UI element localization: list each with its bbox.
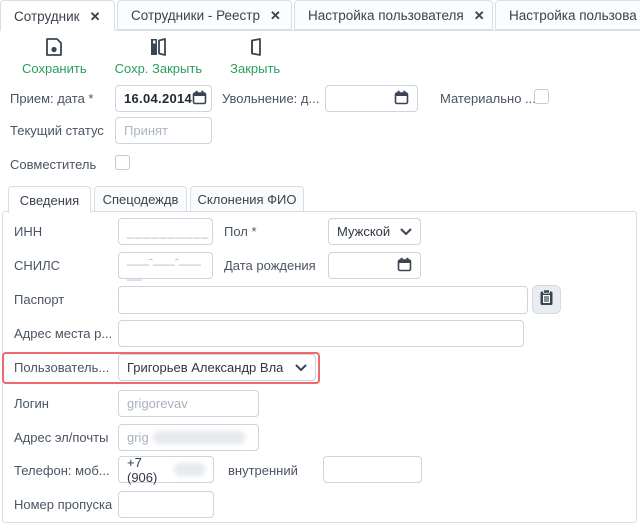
materially-responsible-checkbox[interactable] — [534, 89, 549, 104]
user-label: Пользователь... — [14, 360, 109, 375]
birthdate-label: Дата рождения — [224, 258, 316, 273]
calendar-icon[interactable] — [397, 257, 412, 275]
save-button-label: Сохранить — [22, 61, 87, 76]
close-button[interactable]: Закрыть — [230, 36, 280, 76]
birth-address-field[interactable] — [118, 320, 524, 347]
email-value-visible: grig — [127, 430, 149, 445]
part-time-label: Совместитель — [10, 157, 96, 172]
close-button-label: Закрыть — [230, 61, 280, 76]
login-field[interactable]: grigorevav — [118, 390, 259, 417]
toolbar: Сохранить Сохр. Закрыть Закрыть — [22, 36, 280, 76]
email-field[interactable]: grig — [118, 424, 259, 451]
tab-label: Сотрудники - Реестр — [131, 8, 260, 23]
tab-label: Сведения — [20, 193, 79, 208]
snils-mask: ___-___-___ __ — [127, 251, 204, 281]
inn-mask: __________ — [127, 224, 209, 239]
snils-field[interactable]: ___-___-___ __ — [118, 252, 213, 279]
tab-label: Спецодеждв — [103, 192, 179, 207]
internal-phone-label: внутренний — [228, 463, 298, 478]
birthdate-field[interactable] — [328, 252, 421, 279]
login-value: grigorevav — [127, 396, 188, 411]
tab-label: Сотрудник — [14, 9, 80, 24]
calendar-icon[interactable] — [192, 90, 207, 108]
pass-number-field[interactable] — [118, 491, 214, 518]
current-status-label: Текущий статус — [10, 123, 104, 138]
passport-field[interactable] — [118, 286, 528, 314]
door-close-icon — [244, 36, 266, 58]
employee-card-window: Сотрудник ✕ Сотрудники - Реестр ✕ Настро… — [0, 0, 640, 531]
close-icon[interactable]: ✕ — [270, 9, 281, 22]
document-tabstrip: Сотрудник ✕ Сотрудники - Реестр ✕ Настро… — [0, 0, 640, 31]
close-icon[interactable]: ✕ — [90, 10, 101, 23]
phone-value-visible: +7 (906) — [127, 455, 170, 485]
materially-responsible-label: Материально ... — [440, 91, 536, 106]
current-status-field[interactable] — [115, 117, 212, 144]
internal-phone-field[interactable] — [323, 456, 422, 483]
pass-number-label: Номер пропуска — [14, 497, 112, 512]
tab-workwear[interactable]: Спецодеждв — [94, 186, 187, 212]
tab-details[interactable]: Сведения — [8, 186, 91, 213]
part-time-checkbox[interactable] — [115, 155, 130, 170]
clipboard-icon — [538, 289, 555, 311]
gender-label: Пол * — [224, 224, 257, 239]
save-button[interactable]: Сохранить — [22, 36, 87, 76]
passport-label: Паспорт — [14, 292, 64, 307]
hire-date-value: 16.04.2014 — [124, 91, 192, 106]
tab-user-settings-2[interactable]: Настройка пользова — [495, 0, 640, 30]
dismissal-date-label: Увольнение: д... — [222, 91, 319, 106]
tab-label: Склонения ФИО — [197, 192, 296, 207]
tab-employees-registry[interactable]: Сотрудники - Реестр ✕ — [117, 0, 292, 30]
gender-value: Мужской — [337, 224, 390, 239]
tab-user-settings-1[interactable]: Настройка пользователя ✕ — [294, 0, 493, 30]
birth-address-label: Адрес места р... — [14, 326, 112, 341]
hire-date-field[interactable]: 16.04.2014 — [115, 85, 212, 112]
user-select[interactable]: Григорьев Александр Вла — [118, 354, 316, 381]
mobile-phone-label: Телефон: моб... — [14, 463, 110, 478]
copy-passport-button[interactable] — [532, 285, 561, 314]
save-icon — [43, 36, 65, 58]
chevron-down-icon — [295, 360, 307, 375]
dismissal-date-field[interactable] — [325, 85, 418, 112]
redaction-smudge — [153, 431, 245, 444]
tab-label: Настройка пользова — [509, 8, 637, 23]
login-label: Логин — [14, 396, 49, 411]
gender-select[interactable]: Мужской — [328, 218, 421, 245]
tab-label: Настройка пользователя — [308, 8, 464, 23]
chevron-down-icon — [400, 224, 412, 239]
mobile-phone-field[interactable]: +7 (906) — [118, 456, 214, 483]
save-and-close-icon — [147, 36, 169, 58]
calendar-icon[interactable] — [394, 90, 409, 108]
snils-label: СНИЛС — [14, 258, 60, 273]
email-label: Адрес эл/почты — [14, 430, 108, 445]
inn-field[interactable]: __________ — [118, 218, 213, 245]
close-icon[interactable]: ✕ — [474, 9, 485, 22]
save-close-button-label: Сохр. Закрыть — [115, 61, 203, 76]
save-close-button[interactable]: Сохр. Закрыть — [115, 36, 203, 76]
hire-date-label: Прием: дата * — [10, 91, 93, 106]
inn-label: ИНН — [14, 224, 42, 239]
tab-employee[interactable]: Сотрудник ✕ — [0, 0, 115, 31]
tab-name-declension[interactable]: Склонения ФИО — [190, 186, 304, 212]
user-value: Григорьев Александр Вла — [127, 360, 283, 375]
redaction-smudge — [174, 463, 205, 476]
